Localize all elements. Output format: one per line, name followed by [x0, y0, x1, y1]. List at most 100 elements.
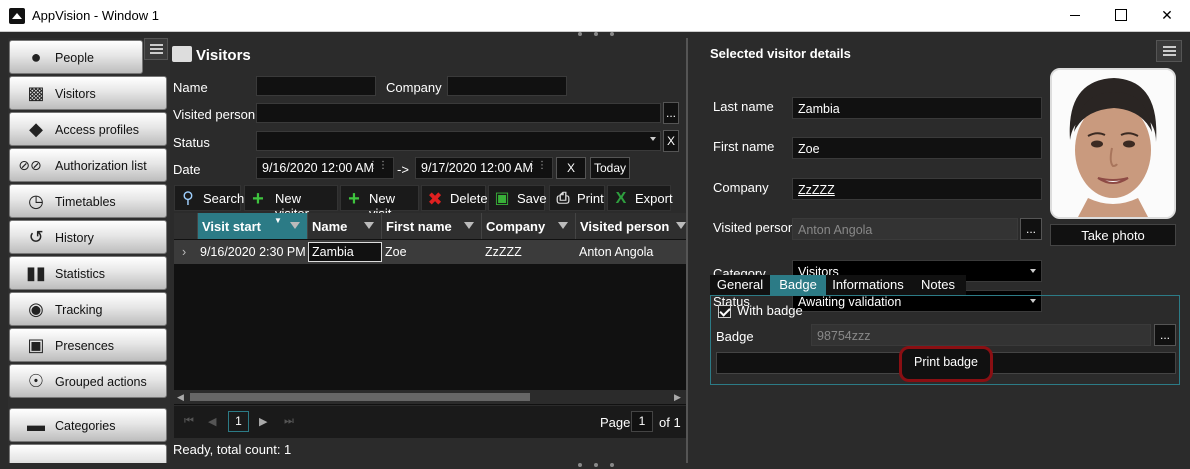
sidebar-item-grouped-actions[interactable]: ☉ Grouped actions — [9, 364, 167, 398]
categories-icon: ▬ — [27, 415, 45, 435]
visited-person-browse-button[interactable]: ... — [663, 102, 679, 124]
first-name-label: First name — [713, 139, 775, 154]
column-header-company[interactable]: Company — [482, 213, 576, 239]
today-button[interactable]: Today — [590, 157, 630, 179]
date-clear-button[interactable]: X — [556, 157, 586, 179]
status-filter-select[interactable] — [256, 131, 661, 151]
top-grip-icon[interactable] — [594, 32, 598, 36]
page-input[interactable]: 1 — [631, 411, 653, 432]
new-visitor-button[interactable]: + New visitor — [244, 185, 338, 221]
sidebar-item-categories[interactable]: ▬ Categories — [9, 408, 167, 442]
bottom-grip-icon[interactable] — [610, 463, 614, 467]
details-menu-button[interactable] — [1156, 40, 1182, 62]
tab-informations[interactable]: Informations — [826, 275, 910, 295]
filter-icon[interactable] — [290, 222, 300, 229]
sidebar-item-tracking[interactable]: ◉ Tracking — [9, 292, 167, 326]
bottom-grip-icon[interactable] — [578, 463, 582, 467]
visited-person-filter-input[interactable] — [256, 103, 661, 123]
column-header-visit-start[interactable]: Visit start ▼ — [198, 213, 308, 239]
sidebar-item-access-profiles[interactable]: ◆ Access profiles — [9, 112, 167, 146]
top-grip-icon[interactable] — [610, 32, 614, 36]
badge-input[interactable]: 98754zzz — [811, 324, 1151, 346]
last-name-label: Last name — [713, 99, 774, 114]
cell-name[interactable]: Zambia — [308, 242, 382, 262]
sidebar-item-presences[interactable]: ▣ Presences — [9, 328, 167, 362]
cell-visit-start[interactable]: 9/16/2020 2:30 PM — [200, 245, 306, 259]
section-title: Selected visitor details — [710, 46, 851, 61]
filter-icon[interactable] — [558, 222, 568, 229]
last-page-icon[interactable]: ⏭ — [284, 415, 294, 428]
visitors-panel: Visitors Name Company Visited person ...… — [170, 38, 686, 463]
tab-notes[interactable]: Notes — [910, 275, 966, 295]
export-button[interactable]: X Export — [607, 185, 673, 211]
print-badge-button[interactable]: Print badge — [910, 355, 982, 373]
company-filter-input[interactable] — [447, 76, 567, 96]
table-row[interactable]: › 9/16/2020 2:30 PM Zambia Zoe ZzZZZ Ant… — [174, 240, 686, 264]
plus-icon: + — [252, 188, 264, 210]
column-header-visited-person[interactable]: Visited person — [576, 213, 686, 239]
sidebar-item-people[interactable]: ● People — [9, 40, 143, 74]
sidebar-item-label: Authorization list — [55, 159, 147, 173]
print-button[interactable]: ⎙ Print — [549, 185, 605, 211]
excel-icon: X — [615, 190, 627, 207]
company-input[interactable]: ZzZZZ — [792, 178, 1042, 200]
first-page-icon[interactable]: ⏮ — [184, 415, 194, 428]
panel-splitter[interactable] — [686, 38, 688, 463]
search-button[interactable]: ⚲ Search — [174, 185, 244, 211]
sidebar-menu-button[interactable] — [144, 38, 168, 60]
scroll-left-icon[interactable]: ◀ — [177, 392, 184, 403]
maximize-button[interactable] — [1098, 0, 1144, 31]
row-expand-icon[interactable]: › — [182, 245, 186, 259]
date-from-input[interactable]: 9/16/2020 12:00 AM ⋮⋮ — [256, 157, 394, 179]
scrollbar-thumb[interactable] — [190, 393, 530, 401]
scroll-right-icon[interactable]: ▶ — [674, 392, 681, 403]
calendar-icon[interactable]: ⋮⋮ — [368, 160, 388, 171]
last-name-input[interactable]: Zambia — [792, 97, 1042, 119]
close-button[interactable]: ✕ — [1144, 0, 1190, 31]
sidebar-item-label: People — [55, 51, 94, 65]
column-header-first-name[interactable]: First name — [382, 213, 482, 239]
next-page-icon[interactable]: ▶ — [259, 415, 267, 428]
sidebar-item-label: Categories — [55, 419, 116, 433]
with-badge-label: With badge — [737, 303, 803, 318]
sidebar-item-label: Presences — [55, 339, 115, 353]
column-header-name[interactable]: Name — [308, 213, 382, 239]
status-clear-button[interactable]: X — [663, 130, 679, 152]
name-filter-input[interactable] — [256, 76, 376, 96]
tab-general[interactable]: General — [710, 275, 770, 295]
save-button[interactable]: ▣ Save — [488, 185, 547, 211]
new-visit-button[interactable]: + New visit — [340, 185, 419, 221]
tab-badge[interactable]: Badge — [770, 275, 826, 295]
visited-person-browse-button[interactable]: ... — [1020, 218, 1042, 240]
calendar-icon[interactable]: ⋮⋮ — [527, 160, 547, 171]
delete-button[interactable]: ✖ Delete — [421, 185, 488, 211]
bottom-grip-icon[interactable] — [594, 463, 598, 467]
sidebar-item-history[interactable]: ↺ History — [9, 220, 167, 254]
top-grip-icon[interactable] — [578, 32, 582, 36]
sidebar-item-statistics[interactable]: ▮▮ Statistics — [9, 256, 167, 290]
horizontal-scrollbar[interactable]: ◀ ▶ — [174, 390, 686, 404]
date-to-input[interactable]: 9/17/2020 12:00 AM ⋮⋮ — [415, 157, 553, 179]
filter-icon[interactable] — [464, 222, 474, 229]
cell-first-name[interactable]: Zoe — [385, 245, 407, 259]
history-icon: ↺ — [28, 227, 44, 247]
print-badge-highlight: Print badge — [899, 346, 993, 382]
pager: ⏮ ◀ 1 ▶ ⏭ Page 1 of 1 — [174, 406, 686, 438]
visited-person-input[interactable]: Anton Angola — [792, 218, 1018, 240]
minimize-button[interactable] — [1052, 0, 1098, 31]
filter-icon[interactable] — [364, 222, 374, 229]
first-name-input[interactable]: Zoe — [792, 137, 1042, 159]
cell-company[interactable]: ZzZZZ — [485, 245, 522, 259]
badge-browse-button[interactable]: ... — [1154, 324, 1176, 346]
previous-page-icon[interactable]: ◀ — [208, 415, 216, 428]
sidebar-item-visitors[interactable]: ▩ Visitors — [9, 76, 167, 110]
visited-person-label: Visited person — [713, 220, 796, 235]
cell-visited-person[interactable]: Anton Angola — [579, 245, 653, 259]
take-photo-button[interactable]: Take photo — [1050, 224, 1176, 246]
page-number-button[interactable]: 1 — [228, 411, 249, 432]
sidebar-item-authorization-list[interactable]: ⊘⊘ Authorization list — [9, 148, 167, 182]
sidebar-item-partial[interactable] — [9, 444, 167, 463]
filter-icon[interactable] — [676, 222, 686, 229]
sidebar-item-timetables[interactable]: ◷ Timetables — [9, 184, 167, 218]
with-badge-checkbox[interactable] — [718, 305, 731, 318]
